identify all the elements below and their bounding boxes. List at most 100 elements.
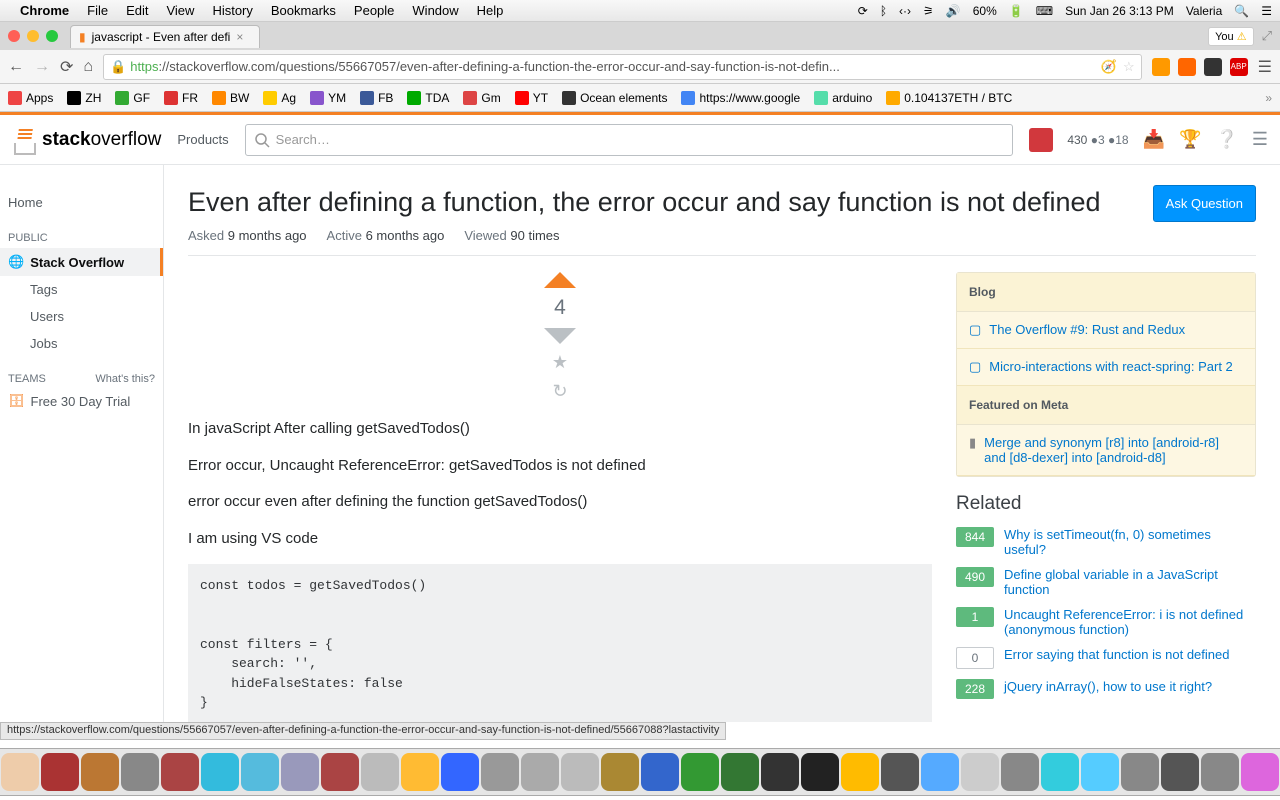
upvote-button[interactable] xyxy=(544,272,576,288)
menu-window[interactable]: Window xyxy=(412,3,458,18)
timeline-icon[interactable]: ↻ xyxy=(552,381,567,402)
dock-app-icon[interactable] xyxy=(441,753,479,791)
meta-item-1[interactable]: ▮Merge and synonym [r8] into [android-r8… xyxy=(957,425,1255,476)
search-input[interactable]: Search… xyxy=(245,124,1014,156)
blog-item-2[interactable]: ▢Micro-interactions with react-spring: P… xyxy=(957,349,1255,386)
profile-badge[interactable]: You ⚠ xyxy=(1208,27,1254,46)
dock-app-icon[interactable] xyxy=(721,753,759,791)
bookmark-item[interactable]: GF xyxy=(115,91,150,105)
bookmark-item[interactable]: Ocean elements xyxy=(562,91,667,105)
dock-app-icon[interactable] xyxy=(361,753,399,791)
dock-app-icon[interactable] xyxy=(281,753,319,791)
sync-icon[interactable]: ⟳ xyxy=(858,4,868,18)
favorite-button[interactable]: ★ xyxy=(552,352,568,373)
notifications-icon[interactable]: ☰ xyxy=(1261,4,1272,18)
help-icon[interactable]: ❔ xyxy=(1215,129,1237,150)
menu-people[interactable]: People xyxy=(354,3,394,18)
user-name[interactable]: Valeria xyxy=(1186,4,1222,18)
dock-app-icon[interactable] xyxy=(321,753,359,791)
dock-app-icon[interactable] xyxy=(801,753,839,791)
blog-item-1[interactable]: ▢The Overflow #9: Rust and Redux xyxy=(957,312,1255,349)
dock-app-icon[interactable] xyxy=(481,753,519,791)
chrome-menu-icon[interactable]: ☰ xyxy=(1258,57,1272,77)
home-button[interactable]: ⌂ xyxy=(83,58,93,76)
menu-bookmarks[interactable]: Bookmarks xyxy=(271,3,336,18)
dock-app-icon[interactable] xyxy=(561,753,599,791)
menu-app[interactable]: Chrome xyxy=(20,3,69,18)
dock-app-icon[interactable] xyxy=(601,753,639,791)
dock-app-icon[interactable] xyxy=(761,753,799,791)
products-link[interactable]: Products xyxy=(177,132,228,147)
bookmark-item[interactable]: arduino xyxy=(814,91,872,105)
dock-app-icon[interactable] xyxy=(1161,753,1199,791)
ext-icon-abp[interactable]: ABP xyxy=(1230,58,1248,76)
bookmark-item[interactable]: FB xyxy=(360,91,393,105)
browser-tab[interactable]: ▮ javascript - Even after defi × xyxy=(70,25,260,48)
so-logo[interactable]: stackoverflow xyxy=(12,125,161,155)
dock-app-icon[interactable] xyxy=(1201,753,1239,791)
bookmark-item[interactable]: Apps xyxy=(8,91,53,105)
dock-app-icon[interactable] xyxy=(1081,753,1119,791)
dock-app-icon[interactable] xyxy=(641,753,679,791)
code-icon[interactable]: ‹·› xyxy=(899,4,911,18)
input-icon[interactable]: ⌨ xyxy=(1036,4,1053,18)
nav-home[interactable]: Home xyxy=(0,189,163,216)
stackexchange-icon[interactable]: ☰ xyxy=(1252,129,1268,150)
dock-app-icon[interactable] xyxy=(241,753,279,791)
dock-app-icon[interactable] xyxy=(681,753,719,791)
tab-close-icon[interactable]: × xyxy=(236,30,243,44)
dock-app-icon[interactable] xyxy=(1001,753,1039,791)
menu-help[interactable]: Help xyxy=(477,3,504,18)
fullscreen-icon[interactable]: ⤢ xyxy=(1262,28,1272,44)
ext-icon-2[interactable] xyxy=(1178,58,1196,76)
dock-app-icon[interactable] xyxy=(881,753,919,791)
nav-jobs[interactable]: Jobs xyxy=(0,330,163,357)
menu-history[interactable]: History xyxy=(212,3,252,18)
battery-icon[interactable]: 🔋 xyxy=(1009,4,1024,18)
spotlight-icon[interactable]: 🔍 xyxy=(1234,4,1249,18)
window-minimize[interactable] xyxy=(27,30,39,42)
bookmark-item[interactable]: BW xyxy=(212,91,249,105)
bookmark-item[interactable]: YT xyxy=(515,91,548,105)
bookmarks-overflow[interactable]: » xyxy=(1265,91,1272,105)
dock-app-icon[interactable] xyxy=(1,753,39,791)
ext-icon-3[interactable] xyxy=(1204,58,1222,76)
whats-this-link[interactable]: What's this? xyxy=(95,373,155,385)
bookmark-star-icon[interactable]: ☆ xyxy=(1123,59,1135,75)
menu-file[interactable]: File xyxy=(87,3,108,18)
related-item[interactable]: 228jQuery inArray(), how to use it right… xyxy=(956,679,1256,699)
related-item[interactable]: 844Why is setTimeout(fn, 0) sometimes us… xyxy=(956,527,1256,557)
dock-app-icon[interactable] xyxy=(161,753,199,791)
dock-app-icon[interactable] xyxy=(521,753,559,791)
address-bar[interactable]: 🔒 https://stackoverflow.com/questions/55… xyxy=(103,54,1142,80)
nav-stackoverflow[interactable]: 🌐 Stack Overflow xyxy=(0,248,163,276)
bookmark-item[interactable]: 0.104137ETH / BTC xyxy=(886,91,1012,105)
bookmark-item[interactable]: https://www.google xyxy=(681,91,800,105)
bookmark-item[interactable]: TDA xyxy=(407,91,449,105)
dock-app-icon[interactable] xyxy=(81,753,119,791)
related-item[interactable]: 490Define global variable in a JavaScrip… xyxy=(956,567,1256,597)
menu-edit[interactable]: Edit xyxy=(126,3,148,18)
menu-view[interactable]: View xyxy=(166,3,194,18)
downvote-button[interactable] xyxy=(544,328,576,344)
bookmark-item[interactable]: ZH xyxy=(67,91,101,105)
wifi-icon[interactable]: ⚞ xyxy=(923,4,934,18)
bluetooth-icon[interactable]: ᛒ xyxy=(880,4,887,18)
dock-app-icon[interactable] xyxy=(961,753,999,791)
user-avatar[interactable] xyxy=(1029,128,1053,152)
reputation[interactable]: 430 ●3 ●18 xyxy=(1067,133,1128,147)
achievements-icon[interactable]: 🏆 xyxy=(1179,129,1201,150)
volume-icon[interactable]: 🔊 xyxy=(946,4,961,18)
window-close[interactable] xyxy=(8,30,20,42)
compass-icon[interactable]: 🧭 xyxy=(1101,59,1117,75)
bookmark-item[interactable]: FR xyxy=(164,91,198,105)
dock-app-icon[interactable] xyxy=(41,753,79,791)
ask-question-button[interactable]: Ask Question xyxy=(1153,185,1256,222)
dock-app-icon[interactable] xyxy=(1121,753,1159,791)
dock-app-icon[interactable] xyxy=(841,753,879,791)
dock-app-icon[interactable] xyxy=(1241,753,1279,791)
nav-users[interactable]: Users xyxy=(0,303,163,330)
inbox-icon[interactable]: 📥 xyxy=(1143,129,1165,150)
reload-button[interactable]: ⟳ xyxy=(60,57,73,77)
related-item[interactable]: 0Error saying that function is not defin… xyxy=(956,647,1256,669)
